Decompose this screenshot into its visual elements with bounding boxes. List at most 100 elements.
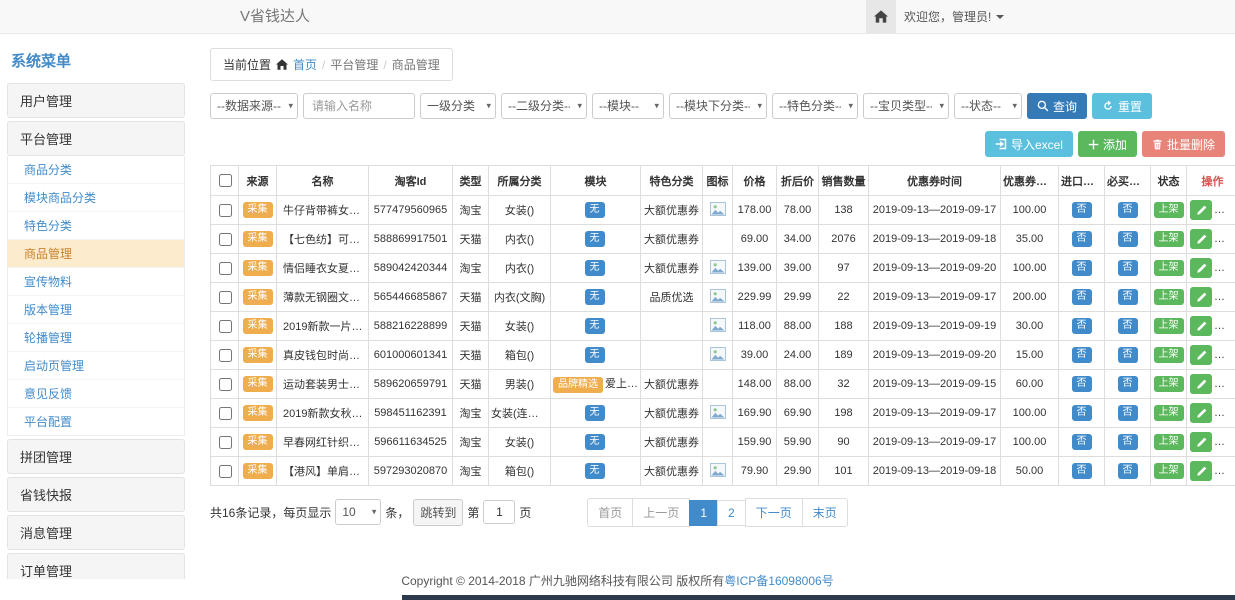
status-badge[interactable]: 上架 (1154, 260, 1184, 276)
edit-button[interactable] (1190, 345, 1212, 365)
import-select-badge[interactable]: 否 (1072, 405, 1092, 421)
row-checkbox[interactable] (219, 204, 232, 217)
import-select-badge[interactable]: 否 (1072, 434, 1092, 450)
search-button[interactable]: 查询 (1027, 93, 1087, 119)
edit-button[interactable] (1190, 258, 1212, 278)
page-button-prev[interactable]: 上一页 (632, 498, 690, 527)
add-button[interactable]: 添加 (1078, 131, 1137, 157)
row-checkbox[interactable] (219, 320, 232, 333)
row-checkbox[interactable] (219, 378, 232, 391)
page-button-next[interactable]: 下一页 (745, 498, 803, 527)
status-badge[interactable]: 上架 (1154, 318, 1184, 334)
edit-button[interactable] (1190, 229, 1212, 249)
edit-button[interactable] (1190, 316, 1212, 336)
must-buy-badge[interactable]: 否 (1118, 318, 1138, 334)
module-select[interactable]: --模块-- (592, 93, 664, 119)
sidebar-item-splash-page-management[interactable]: 启动页管理 (8, 352, 184, 380)
status-badge[interactable]: 上架 (1154, 231, 1184, 247)
sidebar-item-carousel-management[interactable]: 轮播管理 (8, 324, 184, 352)
module-cell: 无 (551, 196, 641, 225)
must-buy-badge[interactable]: 否 (1118, 463, 1138, 479)
price: 159.90 (733, 428, 777, 457)
import-select-badge[interactable]: 否 (1072, 231, 1092, 247)
name-search-input[interactable] (303, 93, 415, 119)
home-button[interactable] (866, 0, 896, 33)
sidebar-group-message-management[interactable]: 消息管理 (7, 515, 185, 550)
jump-button[interactable]: 跳转到 (413, 499, 463, 526)
sidebar-group-saving-express[interactable]: 省钱快报 (7, 477, 185, 512)
records-unit: 条， (385, 504, 409, 521)
must-buy-badge[interactable]: 否 (1118, 231, 1138, 247)
must-buy-badge[interactable]: 否 (1118, 202, 1138, 218)
page-button-page-2[interactable]: 2 (717, 500, 746, 526)
breadcrumb-home-link[interactable]: 首页 (293, 56, 317, 73)
category: 女装() (489, 428, 551, 457)
status-badge[interactable]: 上架 (1154, 376, 1184, 392)
row-checkbox[interactable] (219, 436, 232, 449)
sidebar-item-feature-category[interactable]: 特色分类 (8, 212, 184, 240)
must-buy-badge[interactable]: 否 (1118, 405, 1138, 421)
import-select-badge[interactable]: 否 (1072, 318, 1092, 334)
status-badge[interactable]: 上架 (1154, 347, 1184, 363)
row-checkbox[interactable] (219, 233, 232, 246)
must-buy-badge[interactable]: 否 (1118, 347, 1138, 363)
row-checkbox[interactable] (219, 291, 232, 304)
import-select-badge[interactable]: 否 (1072, 463, 1092, 479)
sidebar-group-user-management[interactable]: 用户管理 (7, 83, 185, 118)
page-size-select[interactable]: 10 (335, 499, 381, 525)
sidebar-item-product-category[interactable]: 商品分类 (8, 156, 184, 184)
home-icon (276, 59, 288, 70)
coupon-amount: 50.00 (1001, 457, 1059, 486)
import-select-badge[interactable]: 否 (1072, 202, 1092, 218)
page-button-page-1[interactable]: 1 (689, 500, 718, 526)
must-buy-badge[interactable]: 否 (1118, 260, 1138, 276)
sidebar-item-version-management[interactable]: 版本管理 (8, 296, 184, 324)
level2-category-select[interactable]: --二级分类-- (501, 93, 587, 119)
sidebar-group-platform-management[interactable]: 平台管理 (7, 121, 185, 156)
row-checkbox[interactable] (219, 262, 232, 275)
edit-button[interactable] (1190, 200, 1212, 220)
import-select-badge[interactable]: 否 (1072, 289, 1092, 305)
page-button-last[interactable]: 末页 (802, 498, 848, 527)
status-badge[interactable]: 上架 (1154, 434, 1184, 450)
sidebar-group-group-buy-management[interactable]: 拼团管理 (7, 439, 185, 474)
batch-delete-button[interactable]: 批量删除 (1142, 131, 1225, 157)
import-select-badge[interactable]: 否 (1072, 260, 1092, 276)
import-select-badge[interactable]: 否 (1072, 347, 1092, 363)
must-buy-badge[interactable]: 否 (1118, 434, 1138, 450)
edit-button[interactable] (1190, 374, 1212, 394)
table-row: 采集【港风】单肩斜挎链条...597293020870淘宝箱包()无大额优惠券7… (211, 457, 1235, 486)
edit-button[interactable] (1190, 287, 1212, 307)
sidebar-item-platform-config[interactable]: 平台配置 (8, 408, 184, 435)
item-type-select[interactable]: --宝贝类型-- (863, 93, 949, 119)
edit-button[interactable] (1190, 403, 1212, 423)
import-excel-button[interactable]: 导入excel (985, 131, 1073, 157)
data-source-select[interactable]: --数据来源-- (210, 93, 298, 119)
icp-link[interactable]: 粤ICP备16098006号 (724, 574, 833, 588)
status-select[interactable]: --状态-- (954, 93, 1022, 119)
must-buy-badge[interactable]: 否 (1118, 289, 1138, 305)
status-badge[interactable]: 上架 (1154, 202, 1184, 218)
select-all-checkbox[interactable] (219, 174, 232, 187)
user-menu[interactable]: 欢迎您，管理员! (904, 0, 1004, 33)
level1-category-select[interactable]: 一级分类 (420, 93, 496, 119)
row-checkbox[interactable] (219, 465, 232, 478)
jump-page-input[interactable] (483, 500, 515, 524)
status-badge[interactable]: 上架 (1154, 289, 1184, 305)
module-sub-select[interactable]: --模块下分类-- (669, 93, 767, 119)
import-select-badge[interactable]: 否 (1072, 376, 1092, 392)
must-buy-badge[interactable]: 否 (1118, 376, 1138, 392)
sidebar-item-product-management[interactable]: 商品管理 (8, 240, 184, 268)
status-badge[interactable]: 上架 (1154, 405, 1184, 421)
status-badge[interactable]: 上架 (1154, 463, 1184, 479)
page-button-first[interactable]: 首页 (587, 498, 633, 527)
feature-category-select[interactable]: --特色分类-- (772, 93, 858, 119)
sidebar-item-module-product-category[interactable]: 模块商品分类 (8, 184, 184, 212)
edit-button[interactable] (1190, 432, 1212, 452)
reset-button[interactable]: 重置 (1092, 93, 1152, 119)
sidebar-item-promo-materials[interactable]: 宣传物料 (8, 268, 184, 296)
edit-button[interactable] (1190, 461, 1212, 481)
row-checkbox[interactable] (219, 349, 232, 362)
row-checkbox[interactable] (219, 407, 232, 420)
sidebar-item-feedback[interactable]: 意见反馈 (8, 380, 184, 408)
